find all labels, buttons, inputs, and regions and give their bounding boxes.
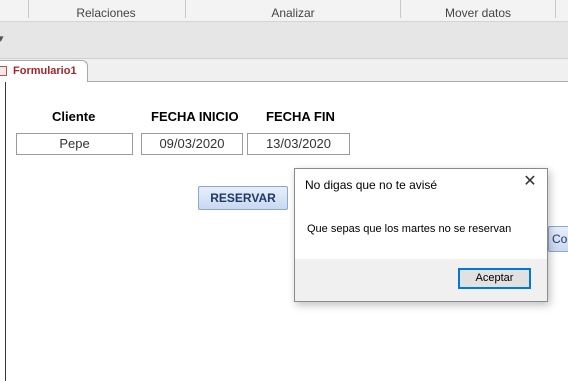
message-dialog: No digas que no te avisé ✕ Que sepas que… — [294, 168, 548, 302]
form-icon — [0, 66, 7, 76]
form-left-border — [5, 82, 6, 381]
ribbon-group-analizar[interactable]: Analizar — [245, 6, 341, 20]
partial-button[interactable]: Co — [548, 226, 568, 252]
fecha-fin-field[interactable]: 13/03/2020 — [247, 133, 350, 155]
access-window: Relaciones Analizar Mover datos ▾ Formul… — [0, 0, 568, 381]
dialog-title: No digas que no te avisé — [305, 178, 438, 192]
dialog-message: Que sepas que los martes no se reservan — [307, 223, 512, 235]
ribbon-group-mover-datos[interactable]: Mover datos — [430, 6, 526, 20]
ribbon-separator — [185, 0, 186, 18]
tab-formulario1[interactable]: Formulario1 — [0, 60, 88, 82]
fecha-inicio-label: FECHA INICIO — [151, 109, 239, 124]
ribbon: Relaciones Analizar Mover datos — [0, 0, 568, 22]
tab-label: Formulario1 — [13, 65, 77, 77]
dialog-footer: Aceptar — [295, 259, 547, 301]
toolbar-strip: ▾ — [0, 22, 568, 59]
document-tab-bar: Formulario1 — [0, 59, 568, 82]
ribbon-separator — [555, 0, 556, 18]
cliente-label: Cliente — [52, 109, 96, 124]
aceptar-button[interactable]: Aceptar — [458, 268, 531, 289]
fecha-inicio-field[interactable]: 09/03/2020 — [141, 133, 243, 155]
ribbon-group-relaciones[interactable]: Relaciones — [60, 6, 152, 20]
ribbon-separator — [400, 0, 401, 18]
close-icon[interactable]: ✕ — [521, 173, 539, 191]
ribbon-separator — [28, 0, 29, 18]
cliente-field[interactable]: Pepe — [16, 133, 133, 155]
reservar-button[interactable]: RESERVAR — [198, 186, 288, 210]
fecha-fin-label: FECHA FIN — [266, 109, 335, 124]
chevron-down-icon[interactable]: ▾ — [0, 32, 4, 45]
